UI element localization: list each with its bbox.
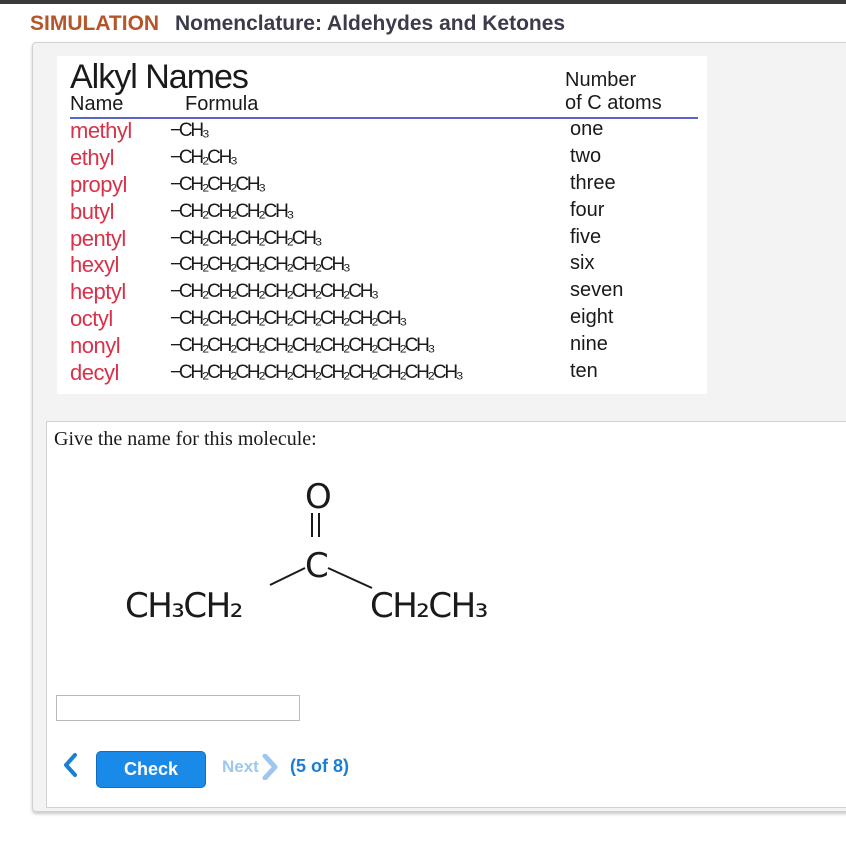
right-ethyl-group: CH₂CH₃ [370,586,487,626]
chevron-right-icon [262,754,278,780]
carbon-count: four [570,198,605,221]
alkyl-formula: −CH₂CH₂CH₂CH₂CH₂CH₂CH₃ [170,281,379,303]
carbon-count: seven [570,279,624,302]
progress-indicator: (5 of 8) [290,756,350,776]
alkyl-name: nonyl [70,333,121,359]
carbon-count: eight [570,306,614,329]
alkyl-name: ethyl [70,144,114,170]
number-column: one two three four five six seven eight … [570,116,623,385]
simulation-label: SIMULATION [30,12,160,35]
oxygen-atom: O [305,477,332,517]
left-bond-line [269,567,306,586]
alkyl-formula: −CH₂CH₂CH₂CH₂CH₂CH₂CH₂CH₂CH₃ [170,335,435,357]
top-bar [0,0,846,4]
alkyl-names-table: Alkyl Names Name Formula Number of C ato… [57,56,707,394]
alkyl-formula: −CH₂CH₂CH₂CH₂CH₂CH₂CH₂CH₂CH₂CH₃ [170,362,464,384]
column-header-formula: Formula [185,93,259,115]
carbon-count: six [570,252,595,275]
column-header-number: Number of C atoms [565,69,662,114]
alkyl-formula: −CH₂CH₂CH₂CH₂CH₃ [170,227,323,249]
check-button[interactable]: Check [96,751,206,788]
carbon-count: five [570,225,602,248]
column-header-name: Name [70,93,124,115]
carbon-count: two [570,144,602,167]
molecule-structure: O C CH₃CH₂ CH₂CH₃ [125,477,488,626]
alkyl-name: octyl [70,306,113,332]
alkyl-name: propyl [70,171,127,197]
page-header: SIMULATION Nomenclature: Aldehydes and K… [30,12,565,36]
alkyl-formula: −CH₂CH₂CH₂CH₂CH₂CH₂CH₂CH₃ [170,308,407,330]
next-button[interactable]: Next [222,754,281,780]
carbon-count: one [570,118,604,140]
carbon-count: ten [570,360,598,383]
alkyl-name: hexyl [70,252,119,278]
right-bond-line [327,567,373,589]
table-title: Alkyl Names [70,58,249,96]
next-label: Next [222,757,259,776]
alkyl-formula: −CH₂CH₂CH₂CH₂CH₂CH₃ [170,254,351,276]
carbon-count: three [570,171,616,194]
chevron-left-icon[interactable] [58,752,84,778]
alkyl-name: decyl [70,360,119,386]
name-column: methyl ethyl propyl butyl pentyl hexyl h… [70,118,132,387]
alkyl-formula: −CH₂CH₂CH₃ [170,173,266,195]
alkyl-formula: −CH₂CH₂CH₂CH₃ [170,200,294,222]
left-ethyl-group: CH₃CH₂ [125,586,242,626]
alkyl-formula: −CH₂CH₃ [170,146,238,168]
page-title: Nomenclature: Aldehydes and Ketones [174,12,566,35]
alkyl-name: butyl [70,198,114,224]
question-prompt: Give the name for this molecule: [54,428,317,450]
carbon-count: nine [570,333,608,356]
alkyl-name: methyl [70,118,132,143]
alkyl-formula: −CH₃ [170,120,210,141]
formula-column: −CH₃ −CH₂CH₃ −CH₂CH₂CH₃ −CH₂CH₂CH₂CH₃ −C… [170,118,464,387]
alkyl-name: heptyl [70,279,126,305]
alkyl-name: pentyl [70,225,126,251]
carbonyl-carbon: C [305,546,329,586]
answer-input[interactable] [56,695,300,721]
